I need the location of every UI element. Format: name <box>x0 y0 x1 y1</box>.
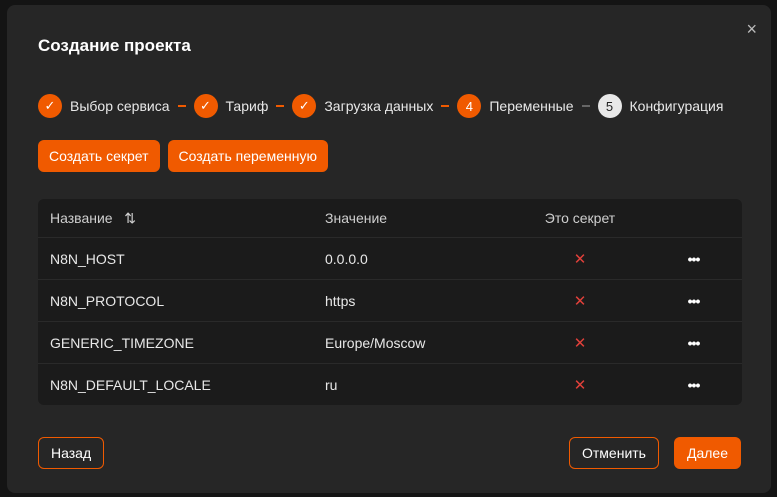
step-separator <box>276 105 285 107</box>
modal-title: Создание проекта <box>38 36 191 55</box>
step-label: Загрузка данных <box>324 98 434 114</box>
not-secret-icon: ✕ <box>573 334 587 352</box>
column-value-header: Значение <box>325 210 388 226</box>
more-icon[interactable]: ••• <box>688 377 701 393</box>
step-label: Конфигурация <box>629 98 724 114</box>
cancel-button[interactable]: Отменить <box>569 437 659 469</box>
step-pending-number: 5 <box>597 94 622 118</box>
step-label: Выбор сервиса <box>70 98 170 114</box>
variable-name: N8N_DEFAULT_LOCALE <box>50 376 211 393</box>
variable-name: N8N_PROTOCOL <box>50 292 165 309</box>
variable-name: N8N_HOST <box>50 250 125 267</box>
more-icon[interactable]: ••• <box>688 293 701 309</box>
create-project-modal: Создание проекта × ✓ Выбор сервиса ✓ Тар… <box>7 5 771 493</box>
more-icon[interactable]: ••• <box>688 335 701 351</box>
step-done-icon: ✓ <box>292 94 317 118</box>
column-name-header[interactable]: Название ⇅ <box>38 210 325 227</box>
more-icon[interactable]: ••• <box>688 251 701 267</box>
not-secret-icon: ✕ <box>573 376 587 394</box>
sort-icon[interactable]: ⇅ <box>124 210 136 226</box>
create-variable-button[interactable]: Создать переменную <box>167 140 328 172</box>
variable-value: 0.0.0.0 <box>325 250 368 267</box>
stepper: ✓ Выбор сервиса ✓ Тариф ✓ Загрузка данны… <box>38 94 723 118</box>
step-label: Тариф <box>225 98 269 114</box>
table-row: N8N_PROTOCOL https ✕ ••• <box>38 279 742 321</box>
step-separator <box>581 105 590 107</box>
next-button[interactable]: Далее <box>674 437 742 469</box>
not-secret-icon: ✕ <box>573 250 587 268</box>
table-header: Название ⇅ Значение Это секрет <box>38 199 742 237</box>
step-separator <box>441 105 450 107</box>
table-row: GENERIC_TIMEZONE Europe/Moscow ✕ ••• <box>38 321 742 363</box>
variable-name: GENERIC_TIMEZONE <box>50 334 194 351</box>
table-row: N8N_HOST 0.0.0.0 ✕ ••• <box>38 237 742 279</box>
variable-value: https <box>325 292 356 309</box>
close-icon[interactable]: × <box>746 19 757 40</box>
variable-value: Europe/Moscow <box>325 334 426 351</box>
step-label: Переменные <box>489 98 574 114</box>
not-secret-icon: ✕ <box>573 292 587 310</box>
table-row: N8N_DEFAULT_LOCALE ru ✕ ••• <box>38 363 742 405</box>
step-current-number: 4 <box>457 94 482 118</box>
variables-table: Название ⇅ Значение Это секрет N8N_HOST … <box>38 199 742 405</box>
variable-value: ru <box>325 376 338 393</box>
create-secret-button[interactable]: Создать секрет <box>38 140 160 172</box>
step-done-icon: ✓ <box>193 94 218 118</box>
step-done-icon: ✓ <box>38 94 62 118</box>
column-secret-header: Это секрет <box>544 210 616 226</box>
step-separator <box>177 105 186 107</box>
back-button[interactable]: Назад <box>38 437 105 469</box>
